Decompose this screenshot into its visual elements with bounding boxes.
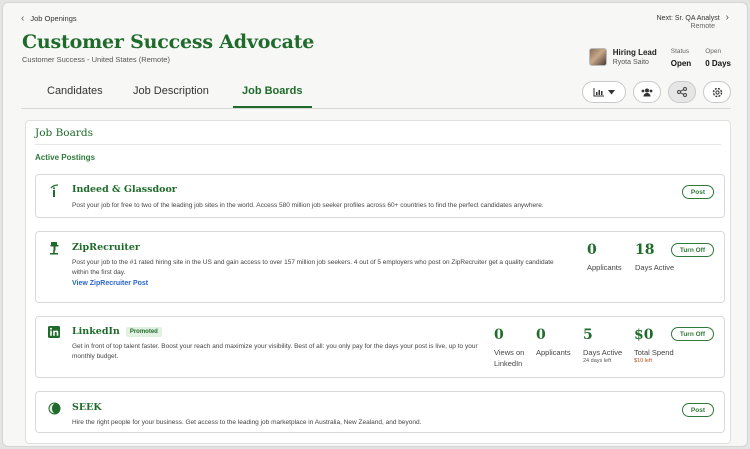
- status-label: Status: [670, 48, 690, 55]
- metric-applicants: 0 Applicants: [587, 242, 622, 272]
- chevron-left-icon: ‹: [21, 12, 25, 24]
- budget-left-note: $10 left: [634, 358, 653, 364]
- metric-total-spend: $0 Total Spend $10 left: [634, 327, 674, 364]
- seek-logo-icon: [47, 402, 61, 418]
- indeed-logo-icon: [47, 184, 61, 201]
- status-stat: Status Open: [671, 48, 691, 68]
- users-icon: [641, 88, 653, 96]
- page-title: Customer Success Advocate: [22, 31, 315, 53]
- post-button[interactable]: Post: [681, 403, 714, 417]
- top-nav: ‹ Job Openings Next: Sr. QA Analyst › Re…: [3, 3, 747, 33]
- reports-dropdown-button[interactable]: [582, 81, 626, 103]
- promoted-badge: Promoted: [125, 326, 162, 337]
- chevron-right-icon: ›: [725, 12, 729, 23]
- board-card-indeed: Indeed & Glassdoor Post your job for fre…: [35, 174, 725, 218]
- divider: [35, 144, 721, 145]
- open-value: 0 Days: [705, 59, 731, 68]
- bar-chart-icon: [593, 87, 604, 96]
- next-job-link[interactable]: Next: Sr. QA Analyst › Remote: [656, 12, 729, 31]
- ziprecruiter-logo-icon: [47, 242, 61, 258]
- metric-days-active: 5 Days Active 24 days left: [583, 327, 623, 364]
- status-value: Open: [670, 59, 692, 68]
- hiring-lead: Hiring Lead Ryota Saito: [588, 48, 657, 66]
- tab-job-boards[interactable]: Job Boards: [233, 85, 312, 108]
- section-label: Active Postings: [35, 153, 96, 162]
- board-description: Hire the right people for your business.…: [72, 419, 422, 426]
- board-card-ziprecruiter: ZipRecruiter Post your job to the #1 rat…: [35, 231, 725, 303]
- post-button[interactable]: Post: [681, 185, 714, 199]
- board-description: Get in front of top talent faster. Boost…: [72, 343, 478, 360]
- turn-off-button[interactable]: Turn Off: [670, 327, 714, 341]
- open-days-stat: Open 0 Days: [705, 48, 731, 68]
- board-card-linkedin: LinkedIn Promoted Get in front of top ta…: [35, 316, 725, 378]
- board-name: Indeed & Glassdoor: [72, 184, 177, 195]
- board-description: Post your job to the #1 rated hiring sit…: [72, 259, 554, 276]
- avatar: [588, 48, 607, 66]
- metric-applicants: 0 Applicants: [536, 327, 571, 357]
- tab-job-description[interactable]: Job Description: [133, 85, 209, 106]
- app-window: ‹ Job Openings Next: Sr. QA Analyst › Re…: [2, 2, 748, 447]
- board-name-label: LinkedIn: [72, 326, 120, 337]
- share-button[interactable]: [668, 81, 696, 103]
- metric-days-active: 18 Days Active: [635, 242, 675, 272]
- view-ziprecruiter-post-link[interactable]: View ZipRecruiter Post: [72, 280, 148, 287]
- tab-candidates[interactable]: Candidates: [47, 85, 103, 106]
- next-job-location: Remote: [690, 23, 715, 30]
- settings-button[interactable]: [703, 81, 731, 103]
- panel-title: Job Boards: [35, 127, 94, 139]
- board-name: SEEK: [72, 402, 102, 413]
- toolbar: [582, 81, 731, 103]
- caret-down-icon: [608, 89, 615, 94]
- gear-icon: [712, 87, 722, 97]
- job-boards-panel: Job Boards Active Postings Indeed & Glas…: [25, 120, 731, 444]
- board-description: Post your job for free to two of the lea…: [72, 202, 544, 209]
- hiring-lead-name: Ryota Saito: [612, 59, 649, 66]
- metric-views-on-linkedin: 0 Views on LinkedIn: [494, 327, 525, 368]
- back-to-job-openings-link[interactable]: ‹ Job Openings: [21, 12, 77, 24]
- job-subtitle: Customer Success - United States (Remote…: [22, 55, 170, 64]
- hiring-lead-label: Hiring Lead: [612, 48, 657, 57]
- board-card-seek: SEEK Hire the right people for your busi…: [35, 391, 725, 433]
- share-icon: [677, 87, 687, 97]
- job-meta: Hiring Lead Ryota Saito Status Open Open…: [588, 48, 731, 68]
- open-label: Open: [705, 48, 722, 55]
- days-left-note: 24 days left: [583, 358, 612, 364]
- next-job-label: Next: Sr. QA Analyst: [656, 14, 720, 22]
- linkedin-logo-icon: [47, 326, 61, 341]
- board-name: LinkedIn Promoted: [72, 326, 162, 337]
- collaborators-button[interactable]: [633, 81, 661, 103]
- back-link-label: Job Openings: [30, 14, 77, 23]
- board-name: ZipRecruiter: [72, 242, 140, 253]
- turn-off-button[interactable]: Turn Off: [670, 243, 714, 257]
